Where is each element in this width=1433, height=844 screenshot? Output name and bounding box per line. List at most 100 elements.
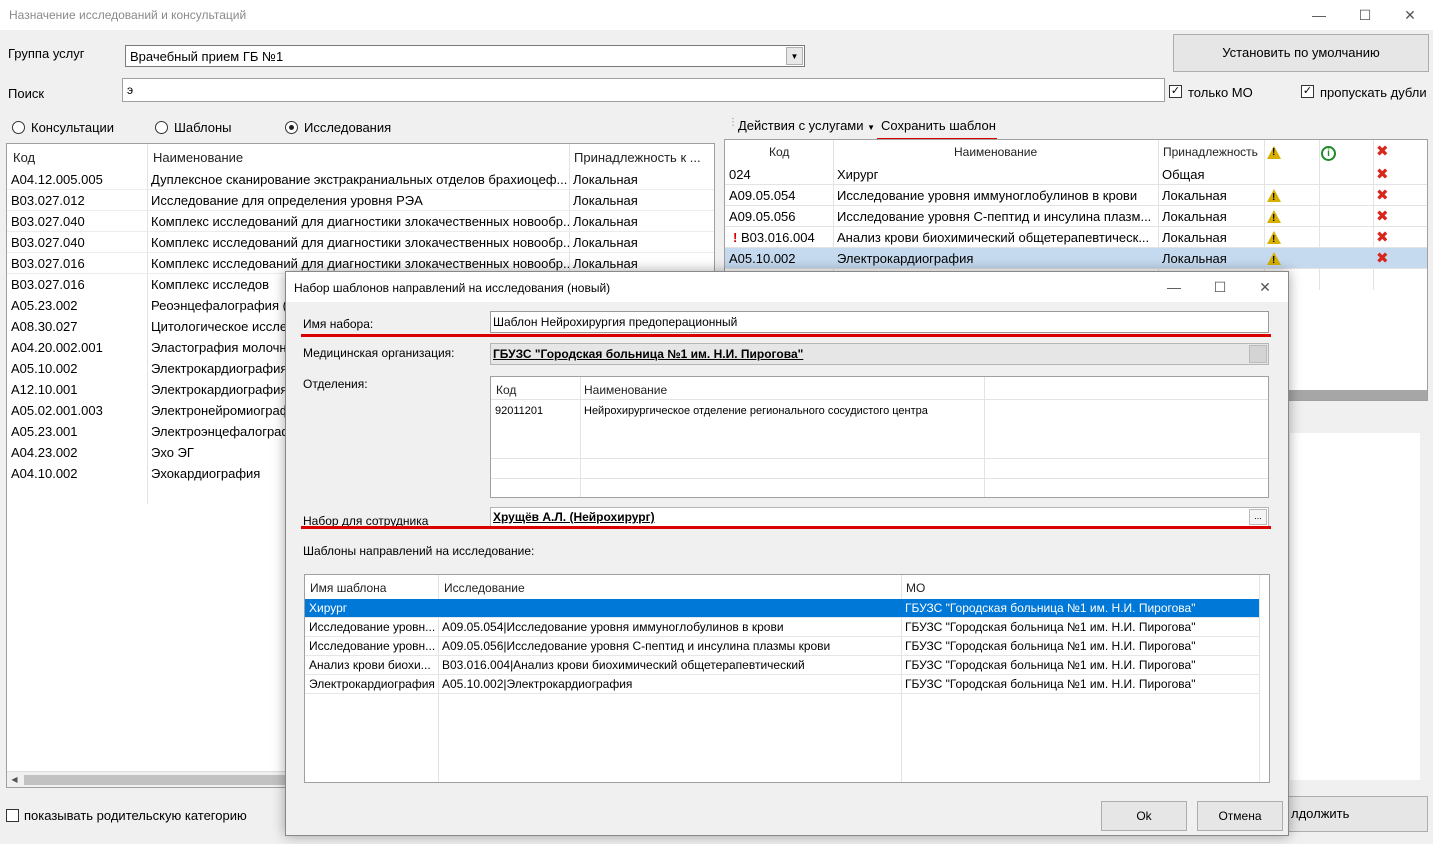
cell-code-text: A05.10.002 [729,251,796,266]
cell-name: Анализ крови биохимический общетерапевти… [837,230,1150,245]
rcol-header-ownership[interactable]: Принадлежность [1163,145,1258,159]
employee-field[interactable]: Хрущёв А.Л. (Нейрохирург) [490,507,1269,527]
cell: Комплекс исследований для диагностики зл… [151,235,569,250]
search-label: Поиск [8,86,45,101]
cell: A04.20.002.001 [11,340,103,355]
cell: ГБУЗС "Городская больница №1 им. Н.И. Пи… [905,639,1196,653]
radio-templates[interactable] [155,121,168,134]
continue-button[interactable]: лдолжить [1270,796,1428,832]
table-row[interactable]: A04.12.005.005 Дуплексное сканирование эк… [7,169,714,190]
org-label: Медицинская организация: [303,346,455,360]
cell: Локальная [573,235,638,250]
radio-consult[interactable] [12,121,25,134]
delete-icon[interactable]: ✖ [1376,206,1389,227]
col-header-code[interactable]: Код [13,150,35,165]
cell: Исследование уровн... [309,639,436,653]
employee-picker-button[interactable]: ... [1249,509,1267,525]
cell: B03.027.012 [11,193,85,208]
table-row[interactable]: Исследование уровн... A09.05.056|Исследов… [305,637,1259,656]
delete-icon[interactable]: ✖ [1376,248,1389,269]
show-parent-label: показывать родительскую категорию [24,808,247,823]
dept-grid[interactable]: Код Наименование 92011201 Нейрохирургиче… [490,376,1269,498]
table-row[interactable]: ! B03.016.004 Анализ крови биохимический … [725,227,1427,248]
cell: Дуплексное сканирование экстракраниальны… [151,172,568,187]
warning-icon [1267,229,1281,248]
templates-grid[interactable]: Имя шаблона Исследование МО Хирург ГБУЗС … [304,574,1270,783]
search-input[interactable]: э [122,78,1165,102]
cell-code-text: 024 [729,167,751,182]
dialog-close-icon[interactable]: ✕ [1242,272,1288,302]
cell: A04.10.002 [11,466,78,481]
group-combo[interactable]: Врачебный прием ГБ №1 ▼ [125,45,805,67]
tpl-header-research[interactable]: Исследование [444,581,525,595]
dept-header-name[interactable]: Наименование [584,383,667,397]
show-parent-checkbox[interactable] [6,809,19,822]
cell: A09.05.056|Исследование уровня С-пептид … [442,639,831,653]
dept-row-name[interactable]: Нейрохирургическое отделение регионально… [584,405,928,417]
table-row[interactable]: B03.027.012 Исследование для определения … [7,190,714,211]
cell: A08.30.027 [11,319,78,334]
tpl-header-name[interactable]: Имя шаблона [310,581,386,595]
table-row[interactable]: A05.10.002 Электрокардиография Локальная ✖ [725,248,1427,269]
cell-code: A09.05.054 [725,185,833,206]
save-template-button[interactable]: Сохранить шаблон [881,118,996,133]
skip-dupes-checkbox[interactable]: ✓ [1301,85,1314,98]
org-field: ГБУЗС "Городская больница №1 им. Н.И. Пи… [490,343,1269,365]
table-row[interactable]: Хирург ГБУЗС "Городская больница №1 им. Н… [305,599,1259,618]
cell: B03.027.040 [11,235,85,250]
table-row[interactable]: Анализ крови биохи... B03.016.004|Анализ … [305,656,1259,675]
maximize-icon[interactable]: ☐ [1342,0,1388,30]
ok-button[interactable]: Ok [1101,801,1187,831]
window-title-bar: Назначение исследований и консультаций [0,0,1433,30]
table-row[interactable]: A09.05.054 Исследование уровня иммуноглоб… [725,185,1427,206]
dialog-title: Набор шаблонов направлений на исследован… [294,281,611,295]
scroll-left-icon[interactable]: ◀ [7,772,22,787]
radio-templates-label: Шаблоны [174,120,232,135]
set-name-input[interactable]: Шаблон Нейрохирургия предоперационный [490,311,1269,333]
tpl-header-mo[interactable]: МО [906,581,925,595]
cell: Исследование уровн... [309,620,436,634]
dept-row-code[interactable]: 92011201 [495,405,543,417]
minimize-icon[interactable]: — [1296,0,1342,30]
cell: Анализ крови биохи... [309,658,431,672]
cell: Исследование для определения уровня РЭА [151,193,423,208]
alert-icon: ! [733,230,741,245]
radio-research[interactable] [285,121,298,134]
table-row[interactable]: Исследование уровн... A09.05.054|Исследов… [305,618,1259,637]
cell-code: ! B03.016.004 [725,227,833,248]
group-label: Группа услуг [8,46,85,61]
cell-ownership: Общая [1162,167,1205,182]
cell-name: Хирург [837,167,879,182]
scrollbar-thumb[interactable] [24,775,294,785]
table-row[interactable]: B03.027.040 Комплекс исследований для диа… [7,232,714,253]
cell: Локальная [573,214,638,229]
cell: B03.016.004|Анализ крови биохимический о… [442,658,805,672]
table-row[interactable]: A09.05.056 Исследование уровня С-пептид и… [725,206,1427,227]
set-name-label: Имя набора: [303,317,374,331]
cancel-button[interactable]: Отмена [1197,801,1283,831]
chevron-down-icon[interactable]: ▼ [786,47,803,65]
table-row[interactable]: Электрокардиография A05.10.002|Электрокар… [305,675,1259,694]
warning-col-icon [1267,144,1281,160]
actions-menu[interactable]: Действия с услугами ▼ [738,118,875,133]
set-default-button[interactable]: Установить по умолчанию [1173,34,1429,72]
col-header-ownership[interactable]: Принадлежность к ... [574,150,701,165]
delete-icon[interactable]: ✖ [1376,164,1389,185]
rcol-header-code[interactable]: Код [769,145,789,159]
dialog-maximize-icon[interactable]: ☐ [1197,272,1243,302]
cell: A05.23.002 [11,298,78,313]
cell: B03.027.040 [11,214,85,229]
table-row[interactable]: 024 Хирург Общая ✖ [725,164,1427,185]
col-header-name[interactable]: Наименование [153,150,243,165]
table-row[interactable]: B03.027.040 Комплекс исследований для диа… [7,211,714,232]
delete-icon[interactable]: ✖ [1376,185,1389,206]
group-combo-value: Врачебный прием ГБ №1 [130,49,284,64]
cell: B03.027.016 [11,277,85,292]
cell: A04.23.002 [11,445,78,460]
dialog-minimize-icon[interactable]: — [1151,272,1197,302]
rcol-header-name[interactable]: Наименование [954,145,1037,159]
dept-header-code[interactable]: Код [496,383,516,397]
delete-icon[interactable]: ✖ [1376,227,1389,248]
close-icon[interactable]: ✕ [1387,0,1433,30]
only-mo-checkbox[interactable]: ✓ [1169,85,1182,98]
